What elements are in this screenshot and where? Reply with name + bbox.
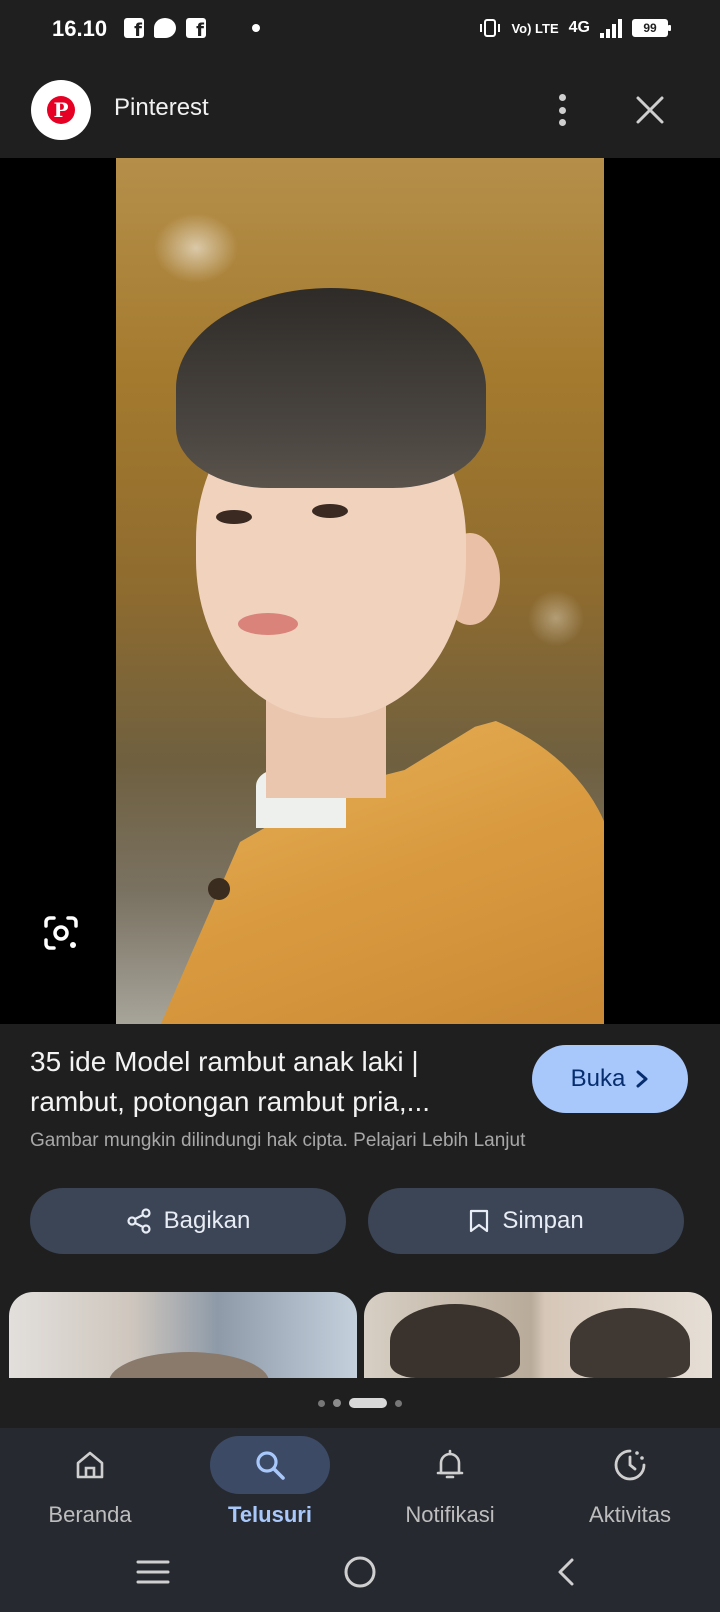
pinterest-logo-icon: P: [31, 80, 91, 140]
page-dot: [395, 1399, 402, 1407]
home-icon: [76, 1451, 104, 1479]
result-title[interactable]: 35 ide Model rambut anak laki | rambut, …: [30, 1042, 500, 1122]
more-vertical-icon[interactable]: [546, 90, 578, 130]
nav-label: Aktivitas: [589, 1502, 671, 1527]
volte-label: Vo) LTE: [511, 20, 559, 36]
image-jacket-button-shape: [208, 878, 230, 900]
bookmark-icon: [470, 1209, 489, 1233]
back-icon-glyph: [558, 1558, 574, 1586]
search-icon: [256, 1451, 285, 1480]
pinterest-logo-letter: P: [47, 96, 75, 124]
nav-item-beranda[interactable]: Beranda: [0, 1428, 180, 1532]
image-eye-shape: [312, 504, 348, 518]
nav-icon-container: [390, 1436, 510, 1494]
battery-level: 99: [643, 21, 657, 35]
share-button-label: Bagikan: [163, 1207, 251, 1234]
open-button-label: Buka: [570, 1065, 626, 1092]
vibrate-icon: [480, 19, 501, 37]
nav-icon-container: [570, 1436, 690, 1494]
save-button[interactable]: Simpan: [368, 1188, 684, 1254]
system-navigation-bar: [0, 1532, 720, 1612]
share-button[interactable]: Bagikan: [30, 1188, 346, 1254]
result-image[interactable]: [116, 158, 604, 1024]
page-dot: [318, 1399, 325, 1407]
copyright-note[interactable]: Gambar mungkin dilindungi hak cipta. Pel…: [30, 1130, 525, 1152]
bottom-navigation: Beranda Telusuri Notifikasi Aktivitas: [0, 1428, 720, 1532]
close-icon[interactable]: [632, 92, 668, 128]
nav-item-notifikasi[interactable]: Notifikasi: [360, 1428, 540, 1532]
nav-label: Notifikasi: [405, 1502, 495, 1527]
image-viewer: [0, 158, 720, 1024]
home-circle-icon[interactable]: [340, 1552, 380, 1592]
related-image-thumbnail[interactable]: [9, 1292, 357, 1378]
open-button[interactable]: Buka: [532, 1045, 688, 1113]
google-lens-icon[interactable]: [42, 914, 80, 952]
nav-icon-container: [210, 1436, 330, 1494]
bell-icon: [436, 1449, 464, 1479]
image-eye-shape: [216, 510, 252, 524]
status-bar: 16.10 Vo) LTE 4G 99: [0, 0, 720, 62]
signal-icon: [600, 18, 622, 38]
app-header: P Pinterest: [0, 62, 720, 158]
thumbnail-hair-shape: [570, 1308, 690, 1378]
facebook-icon: [186, 18, 206, 41]
thumbnail-hair-shape: [109, 1352, 269, 1378]
page-dot: [333, 1399, 341, 1407]
system-status-icons: Vo) LTE 4G 99: [479, 18, 671, 38]
messenger-icon: [154, 18, 176, 38]
app-title: Pinterest: [114, 94, 209, 121]
back-icon[interactable]: [546, 1552, 586, 1592]
related-image-thumbnail[interactable]: [364, 1292, 712, 1378]
recents-icon[interactable]: [133, 1552, 173, 1592]
image-lips-shape: [238, 613, 298, 635]
share-icon: [127, 1208, 151, 1234]
status-time: 16.10: [52, 16, 108, 41]
nav-icon-container: [30, 1436, 150, 1494]
image-hair-shape: [176, 288, 486, 488]
chevron-right-icon: [636, 1070, 648, 1088]
activity-icon: [614, 1449, 646, 1481]
nav-item-telusuri[interactable]: Telusuri: [180, 1428, 360, 1532]
notification-icons: [124, 18, 260, 41]
related-images: [0, 1292, 720, 1378]
page-indicator: [0, 1396, 720, 1410]
save-button-label: Simpan: [502, 1207, 584, 1234]
page-dot-active: [349, 1398, 387, 1408]
recents-icon-glyph: [136, 1560, 170, 1584]
nav-item-aktivitas[interactable]: Aktivitas: [540, 1428, 720, 1532]
home-circle-icon-glyph: [344, 1556, 376, 1588]
nav-label: Beranda: [48, 1502, 132, 1527]
thumbnail-hair-shape: [390, 1304, 520, 1378]
network-type-label: 4G: [568, 19, 590, 36]
facebook-icon: [124, 18, 144, 41]
more-notifications-dot-icon: [252, 24, 260, 32]
nav-label: Telusuri: [228, 1502, 312, 1527]
battery-icon: 99: [632, 19, 671, 37]
